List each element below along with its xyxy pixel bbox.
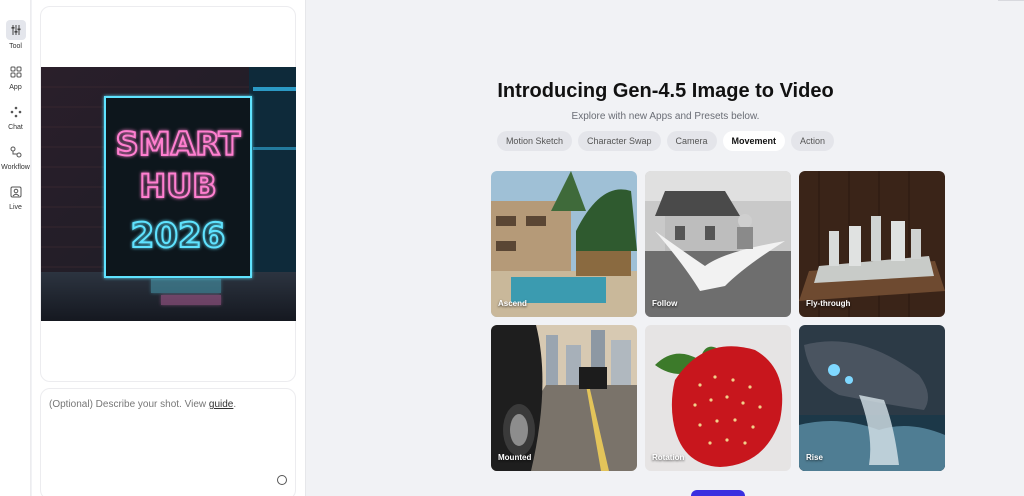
preset-thumbnail [799, 325, 945, 471]
preset-grid: Ascend Follow Fly-through Mounted Rotati… [491, 171, 945, 471]
preset-label: Follow [652, 299, 678, 308]
tab-character-swap[interactable]: Character Swap [577, 131, 661, 151]
nav-item-tool[interactable]: Tool [0, 20, 31, 50]
preset-label: Ascend [498, 299, 527, 308]
main-content: Introducing Gen-4.5 Image to Video Explo… [307, 0, 1024, 496]
preset-thumbnail [491, 325, 637, 471]
preset-card-mounted[interactable]: Mounted [491, 325, 637, 471]
tab-action[interactable]: Action [791, 131, 835, 151]
nav-item-app[interactable]: App [0, 63, 31, 91]
tab-motion-sketch[interactable]: Motion Sketch [496, 131, 572, 151]
svg-text:2026: 2026 [131, 216, 226, 256]
preset-card-follow[interactable]: Follow [645, 171, 791, 317]
preset-label: Mounted [498, 453, 532, 462]
prompt-placeholder: (Optional) Describe your shot. View guid… [49, 399, 237, 410]
send-icon[interactable] [277, 475, 287, 485]
preset-thumbnail [645, 171, 791, 317]
preset-thumbnail [645, 325, 791, 471]
nav-rail: Tool App Chat Workflow Live [0, 0, 31, 496]
generate-button[interactable] [691, 490, 745, 496]
page-title: Introducing Gen-4.5 Image to Video [497, 80, 834, 102]
prompt-input[interactable]: (Optional) Describe your shot. View guid… [40, 388, 296, 496]
page-subtitle: Explore with new Apps and Presets below. [571, 111, 760, 122]
preset-tabs: Motion Sketch Character Swap Camera Move… [307, 131, 1024, 151]
preset-label: Rotation [652, 453, 685, 462]
tab-movement[interactable]: Movement [722, 131, 786, 151]
nav-item-chat[interactable]: Chat [0, 103, 31, 131]
svg-text:SMART: SMART [116, 125, 241, 163]
nav-item-live[interactable]: Live [0, 183, 31, 211]
nav-item-label: Tool [9, 43, 22, 50]
nav-item-label: Workflow [1, 164, 30, 171]
preset-card-rotation[interactable]: Rotation [645, 325, 791, 471]
uploaded-image[interactable]: SMART HUB 2026 [41, 67, 296, 321]
guide-link[interactable]: guide [209, 399, 233, 410]
svg-text:HUB: HUB [139, 167, 216, 205]
input-panel: SMART HUB 2026 (Optional) Describe your … [32, 0, 306, 496]
preset-label: Rise [806, 453, 823, 462]
nav-item-label: App [9, 84, 22, 91]
divider [998, 0, 1024, 1]
tab-camera[interactable]: Camera [666, 131, 717, 151]
nav-item-workflow[interactable]: Workflow [0, 143, 31, 171]
preset-label: Fly-through [806, 299, 851, 308]
preset-card-fly-through[interactable]: Fly-through [799, 171, 945, 317]
preset-thumbnail [491, 171, 637, 317]
preset-thumbnail [799, 171, 945, 317]
live-icon [7, 183, 25, 201]
sliders-icon [5, 20, 26, 40]
nav-item-label: Chat [8, 124, 23, 131]
grid-icon [7, 63, 25, 81]
sparkle-icon [7, 103, 25, 121]
workflow-icon [7, 143, 25, 161]
nav-item-label: Live [9, 204, 22, 211]
preset-card-rise[interactable]: Rise [799, 325, 945, 471]
preset-card-ascend[interactable]: Ascend [491, 171, 637, 317]
